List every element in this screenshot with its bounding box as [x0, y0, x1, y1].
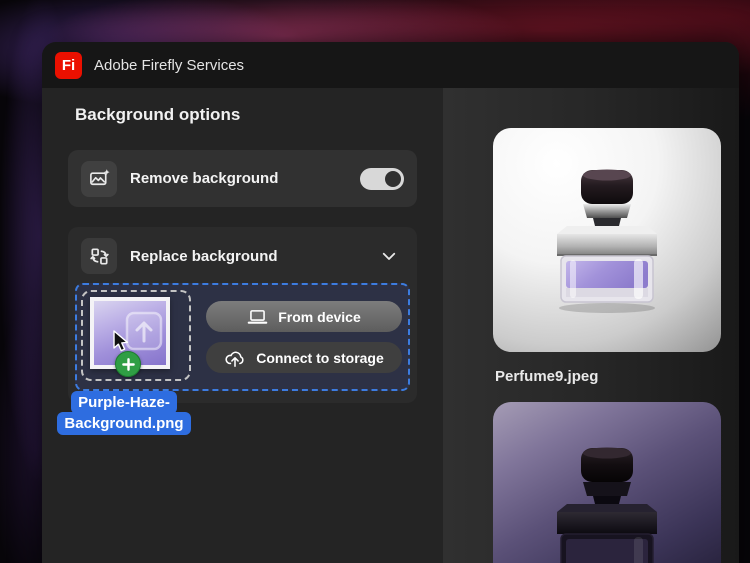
- app-title: Adobe Firefly Services: [94, 57, 244, 74]
- perfume-bottle-dark-image: [537, 442, 677, 563]
- laptop-icon: [247, 308, 268, 326]
- cloud-upload-icon: [224, 348, 246, 368]
- swap-squares-icon: [81, 238, 117, 274]
- background-options-panel: Background options Remove background: [42, 88, 443, 563]
- original-image-filename: Perfume9.jpeg: [495, 368, 739, 385]
- from-device-label: From device: [278, 309, 360, 325]
- image-sparkle-icon: [81, 161, 117, 197]
- replaced-background-card: [493, 402, 721, 563]
- dragged-filename-tag: Purple-Haze- Background.png: [55, 391, 193, 435]
- perfume-bottle-image: [537, 164, 677, 314]
- replace-background-section: Replace background: [68, 227, 417, 403]
- chevron-down-icon[interactable]: [380, 247, 398, 265]
- remove-background-row: Remove background: [68, 150, 417, 207]
- app-window: Fi Adobe Firefly Services Background opt…: [42, 42, 739, 563]
- dragged-filename-line2: Background.png: [57, 412, 190, 435]
- connect-to-storage-button[interactable]: Connect to storage: [206, 342, 402, 373]
- remove-background-toggle[interactable]: [360, 168, 404, 190]
- replace-background-label: Replace background: [130, 248, 367, 265]
- panel-heading: Background options: [75, 105, 417, 125]
- from-device-button[interactable]: From device: [206, 301, 402, 332]
- app-header: Fi Adobe Firefly Services: [42, 42, 739, 88]
- firefly-logo-icon: Fi: [55, 52, 82, 79]
- original-image-card: [493, 128, 721, 352]
- desktop-background: Fi Adobe Firefly Services Background opt…: [0, 0, 750, 563]
- replace-background-header[interactable]: Replace background: [75, 237, 410, 275]
- dragged-filename-line1: Purple-Haze-: [71, 391, 177, 414]
- plus-badge-icon: [115, 351, 141, 377]
- remove-background-label: Remove background: [130, 170, 347, 187]
- connect-to-storage-label: Connect to storage: [256, 350, 384, 366]
- background-dropzone[interactable]: From device Connect to storage: [75, 283, 410, 391]
- preview-panel: Perfume9.jpeg: [443, 88, 739, 563]
- toggle-knob: [385, 171, 401, 187]
